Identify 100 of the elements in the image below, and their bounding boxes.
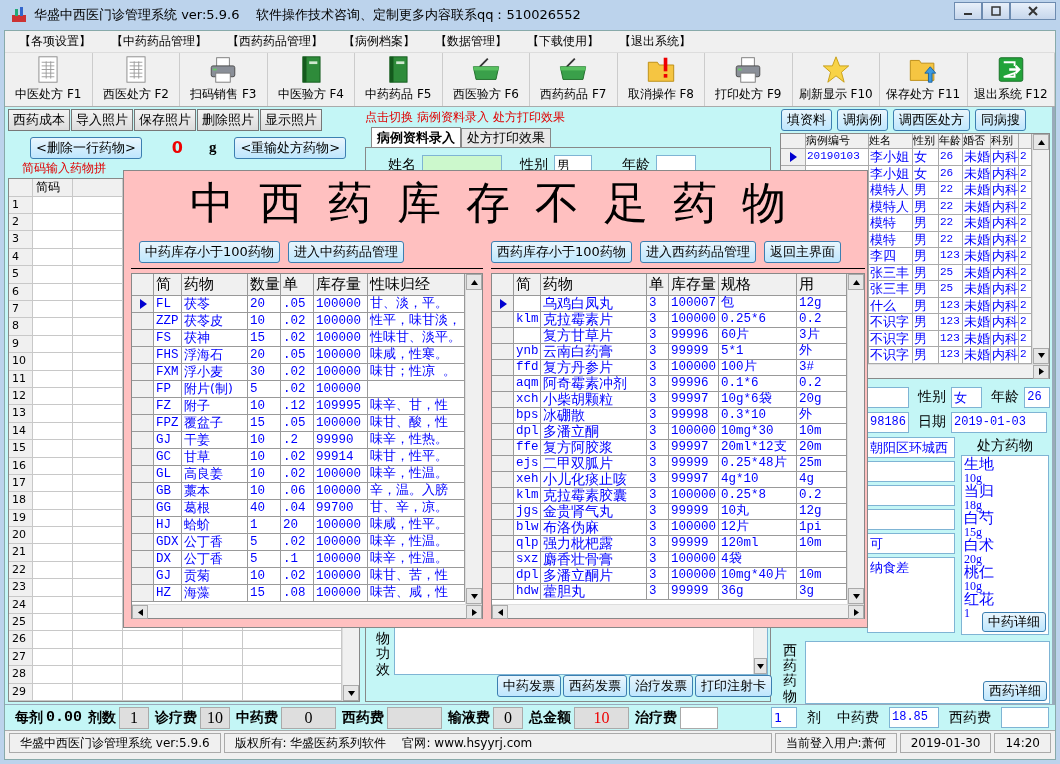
fee-label: 总金额: [529, 708, 571, 727]
tab[interactable]: 病例资料录入: [371, 127, 461, 147]
text-field[interactable]: 26: [1024, 386, 1050, 408]
scrollbar[interactable]: [132, 604, 482, 618]
table-cell: 120ml: [719, 536, 797, 552]
arrow-right-icon[interactable]: [471, 608, 477, 616]
print-button[interactable]: 打印注射卡: [695, 675, 772, 697]
row-number: 28: [9, 666, 33, 684]
toolbar-button[interactable]: 扫码销售 F3: [180, 53, 268, 106]
scrollbar[interactable]: [492, 604, 864, 618]
toolbar-button[interactable]: 西药药品 F7: [530, 53, 618, 106]
row-indicator[interactable]: [492, 296, 514, 312]
arrow-up-icon[interactable]: [470, 279, 478, 285]
toolbar-button[interactable]: 保存处方 F11: [880, 53, 968, 106]
table-cell: [33, 422, 73, 441]
scrollbar[interactable]: [847, 274, 864, 604]
toolbar-button[interactable]: 刷新显示 F10: [792, 53, 880, 106]
menu-item[interactable]: 【下载使用】: [527, 33, 599, 50]
detail-button[interactable]: 中药详细: [982, 611, 1046, 632]
table-cell: .1: [281, 551, 314, 568]
toolbar-button[interactable]: 中医验方 F4: [267, 53, 355, 106]
text-field[interactable]: [867, 386, 909, 408]
toolbar-button[interactable]: 显示照片: [260, 109, 322, 131]
menu-item[interactable]: 【各项设置】: [19, 33, 91, 50]
toolbar-button[interactable]: 调西医处方: [893, 109, 970, 131]
arrow-down-icon[interactable]: [852, 593, 860, 599]
toolbar-button[interactable]: 取消操作 F8: [617, 53, 705, 106]
text-field[interactable]: [1001, 707, 1049, 728]
arrow-down-icon[interactable]: [757, 663, 764, 669]
text-field[interactable]: 2019-01-03: [951, 411, 1047, 433]
arrow-down-icon[interactable]: [347, 690, 355, 696]
table-cell: 克拉霉素片: [541, 312, 647, 328]
maximize-button[interactable]: [982, 2, 1010, 20]
arrow-left-icon[interactable]: [497, 608, 503, 616]
print-button[interactable]: 中药发票: [497, 675, 561, 697]
toolbar-button[interactable]: 填资料: [781, 109, 832, 131]
table-cell: 附子: [182, 398, 248, 415]
text-field[interactable]: 可: [867, 532, 955, 554]
delete-row-button[interactable]: <删除一行药物>: [30, 136, 142, 159]
menu-item[interactable]: 【病例档案】: [343, 33, 415, 50]
menu-item[interactable]: 【中药药品管理】: [111, 33, 207, 50]
row-indicator[interactable]: [781, 149, 806, 166]
arrow-left-icon[interactable]: [137, 608, 143, 616]
table-cell: 10: [248, 483, 281, 500]
text-field[interactable]: 女: [950, 386, 983, 408]
arrow-right-icon[interactable]: [853, 608, 859, 616]
table-cell: 男: [913, 182, 939, 199]
toolbar-button[interactable]: 调病例: [837, 109, 888, 131]
dialog-button[interactable]: 返回主界面: [763, 241, 841, 263]
fee-field: 10: [574, 706, 629, 729]
text-area[interactable]: 纳食差: [867, 556, 955, 633]
toolbar-button[interactable]: 导入照片: [71, 109, 133, 131]
table-cell: 内科: [991, 165, 1019, 182]
toolbar-button[interactable]: 西医处方 F2: [92, 53, 180, 106]
toolbar-button[interactable]: 删除照片: [197, 109, 259, 131]
text-field[interactable]: [867, 484, 955, 506]
arrow-down-icon[interactable]: [470, 593, 478, 599]
table-cell: [33, 353, 73, 371]
arrow-down-icon[interactable]: [1037, 353, 1045, 358]
dialog-button[interactable]: 西药库存小于100药物: [491, 241, 632, 263]
detail-button[interactable]: 西药详细: [983, 681, 1047, 702]
maximize-icon[interactable]: [991, 6, 1001, 16]
print-button[interactable]: 治疗发票: [629, 675, 693, 697]
scrollbar[interactable]: [1032, 134, 1049, 364]
row-indicator[interactable]: [132, 296, 154, 313]
arrow-right-icon[interactable]: [1038, 368, 1044, 375]
toolbar-button[interactable]: 西医验方 F6: [442, 53, 530, 106]
toolbar-button[interactable]: 退出系统 F12: [967, 53, 1055, 106]
reenter-button[interactable]: <重输处方药物>: [234, 136, 347, 159]
toolbar-button[interactable]: 中药药品 F5: [355, 53, 443, 106]
minimize-button[interactable]: [954, 2, 982, 20]
text-area[interactable]: 西药详细: [805, 640, 1050, 705]
table-cell: [33, 579, 73, 597]
text-field[interactable]: 18.85: [889, 707, 939, 728]
text-field[interactable]: 98186: [867, 411, 909, 433]
arrow-up-icon[interactable]: [1037, 139, 1045, 145]
toolbar-button[interactable]: 保存照片: [134, 109, 196, 131]
arrow-up-icon[interactable]: [852, 279, 860, 285]
fee-label: 西药费: [342, 708, 384, 727]
table-cell: [123, 683, 183, 701]
text-field[interactable]: [867, 460, 955, 482]
dialog-button[interactable]: 进入中药药品管理: [287, 241, 404, 263]
menu-item[interactable]: 【西药药品管理】: [227, 33, 323, 50]
menu-item[interactable]: 【退出系统】: [619, 33, 691, 50]
toolbar-button[interactable]: 打印处方 F9: [705, 53, 793, 106]
menu-item[interactable]: 【数据管理】: [435, 33, 507, 50]
tab[interactable]: 处方打印效果: [461, 128, 551, 147]
dialog-button[interactable]: 进入西药药品管理: [639, 241, 756, 263]
close-button[interactable]: [1010, 2, 1056, 20]
toolbar-button[interactable]: 同病搜: [975, 109, 1026, 131]
table-cell: 克拉霉素胶囊: [541, 488, 647, 504]
scrollbar[interactable]: [465, 274, 482, 604]
toolbar-button[interactable]: 西药成本: [8, 109, 70, 131]
close-icon[interactable]: [1028, 6, 1038, 16]
text-field[interactable]: 1: [771, 707, 797, 728]
toolbar-button[interactable]: 中医处方 F1: [5, 53, 93, 106]
print-button[interactable]: 西药发票: [563, 675, 627, 697]
text-field[interactable]: [867, 508, 955, 530]
text-field[interactable]: 朝阳区环城西: [867, 436, 955, 458]
dialog-button[interactable]: 中药库存小于100药物: [139, 241, 280, 263]
